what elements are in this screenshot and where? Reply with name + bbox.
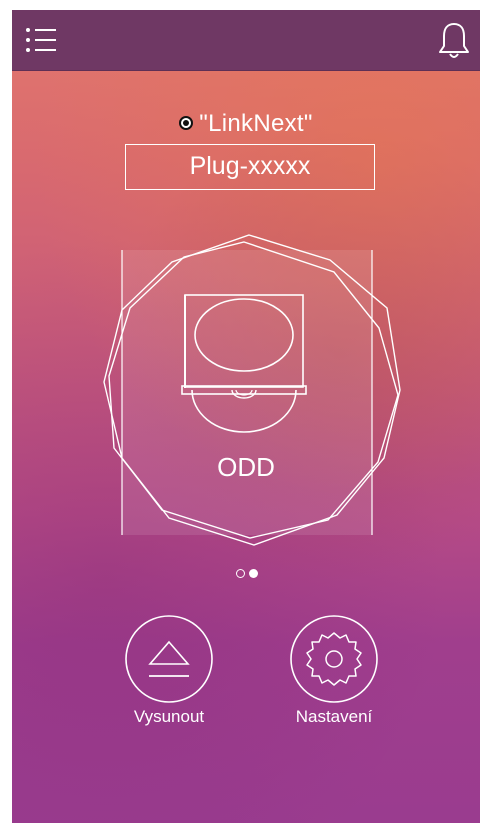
page-dot-1[interactable] — [236, 569, 245, 578]
eject-label: Vysunout — [133, 707, 205, 726]
page-dot-2-active[interactable] — [249, 569, 258, 578]
settings-button[interactable]: Nastavení — [279, 608, 389, 748]
page-indicator — [236, 568, 266, 580]
app-screen: "LinkNext" Plug-xxxxx ODD Vysunout Nasta… — [12, 10, 480, 823]
optical-disc-drive-icon — [181, 294, 307, 433]
drive-label: ODD — [217, 452, 275, 482]
gear-icon — [290, 615, 378, 703]
settings-label: Nastavení — [295, 707, 373, 726]
eject-icon — [125, 615, 213, 703]
eject-button[interactable]: Vysunout — [114, 608, 224, 748]
